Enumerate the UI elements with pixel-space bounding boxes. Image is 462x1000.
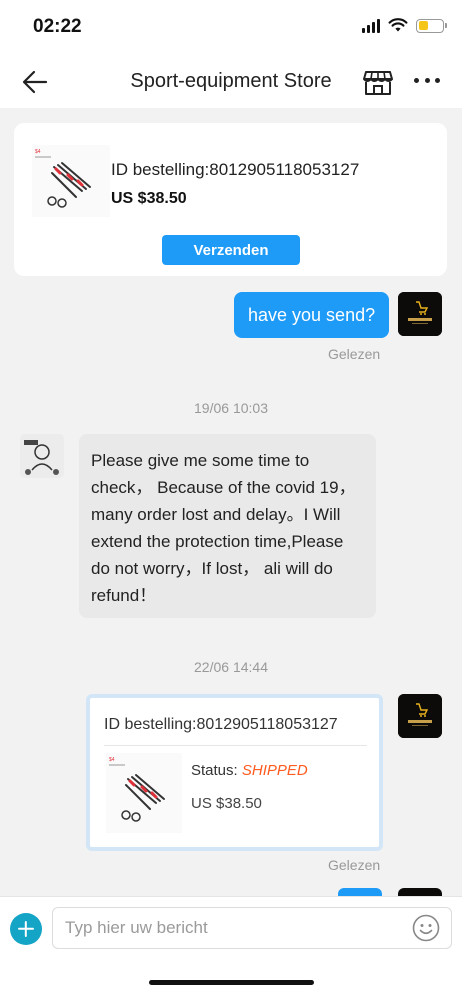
shipment-price: US $38.50	[191, 795, 262, 812]
send-order-button[interactable]: Verzenden	[162, 235, 300, 265]
emoji-icon[interactable]	[412, 914, 440, 942]
sent-message-bubble[interactable]: have you send?	[234, 292, 390, 338]
shipment-card[interactable]: ID bestelling:8012905118053127 $4 Status…	[86, 694, 383, 851]
status-time: 02:22	[33, 16, 82, 37]
store-avatar[interactable]	[398, 694, 442, 738]
svg-text:$4: $4	[35, 149, 41, 155]
store-logo-icon	[398, 292, 442, 336]
store-logo-icon	[398, 694, 442, 738]
cellular-signal-icon	[362, 18, 380, 33]
product-thumbnail[interactable]: $4	[32, 145, 110, 217]
plus-icon[interactable]	[10, 913, 42, 945]
received-message-bubble[interactable]: Please give me some time to check， Becau…	[79, 434, 376, 618]
timestamp: 22/06 14:44	[194, 659, 268, 675]
store-avatar-partial	[398, 888, 442, 896]
store-avatar[interactable]	[398, 292, 442, 336]
more-dots-icon[interactable]	[414, 78, 440, 86]
sent-message-bubble-partial[interactable]	[338, 888, 382, 896]
home-indicator	[149, 980, 314, 985]
status-label: Status:	[191, 762, 242, 779]
chat-area[interactable]: $4 ID bestelling:8012905118053127 US $38…	[0, 108, 462, 896]
divider	[104, 745, 367, 746]
order-id: ID bestelling:8012905118053127	[111, 160, 360, 179]
shipment-status: Status: SHIPPED	[191, 762, 308, 779]
message-input-bar	[0, 896, 462, 1000]
order-price: US $38.50	[111, 190, 187, 207]
status-badge: SHIPPED	[241, 762, 308, 779]
status-bar: 02:22	[0, 0, 462, 56]
wifi-icon	[388, 18, 408, 32]
message-input[interactable]	[52, 907, 452, 949]
user-avatar[interactable]	[20, 434, 64, 478]
store-icon[interactable]	[362, 66, 394, 98]
timestamp: 19/06 10:03	[194, 400, 268, 416]
read-receipt: Gelezen	[328, 346, 381, 362]
read-receipt: Gelezen	[328, 857, 381, 873]
user-avatar-icon	[20, 434, 64, 478]
nav-bar: Sport-equipment Store	[0, 56, 462, 108]
status-icons	[362, 18, 447, 33]
order-card: $4 ID bestelling:8012905118053127 US $38…	[14, 123, 447, 276]
battery-icon	[416, 18, 447, 33]
order-id: ID bestelling:8012905118053127	[104, 716, 338, 733]
svg-text:$4: $4	[109, 757, 115, 763]
product-thumbnail[interactable]: $4	[106, 753, 182, 833]
